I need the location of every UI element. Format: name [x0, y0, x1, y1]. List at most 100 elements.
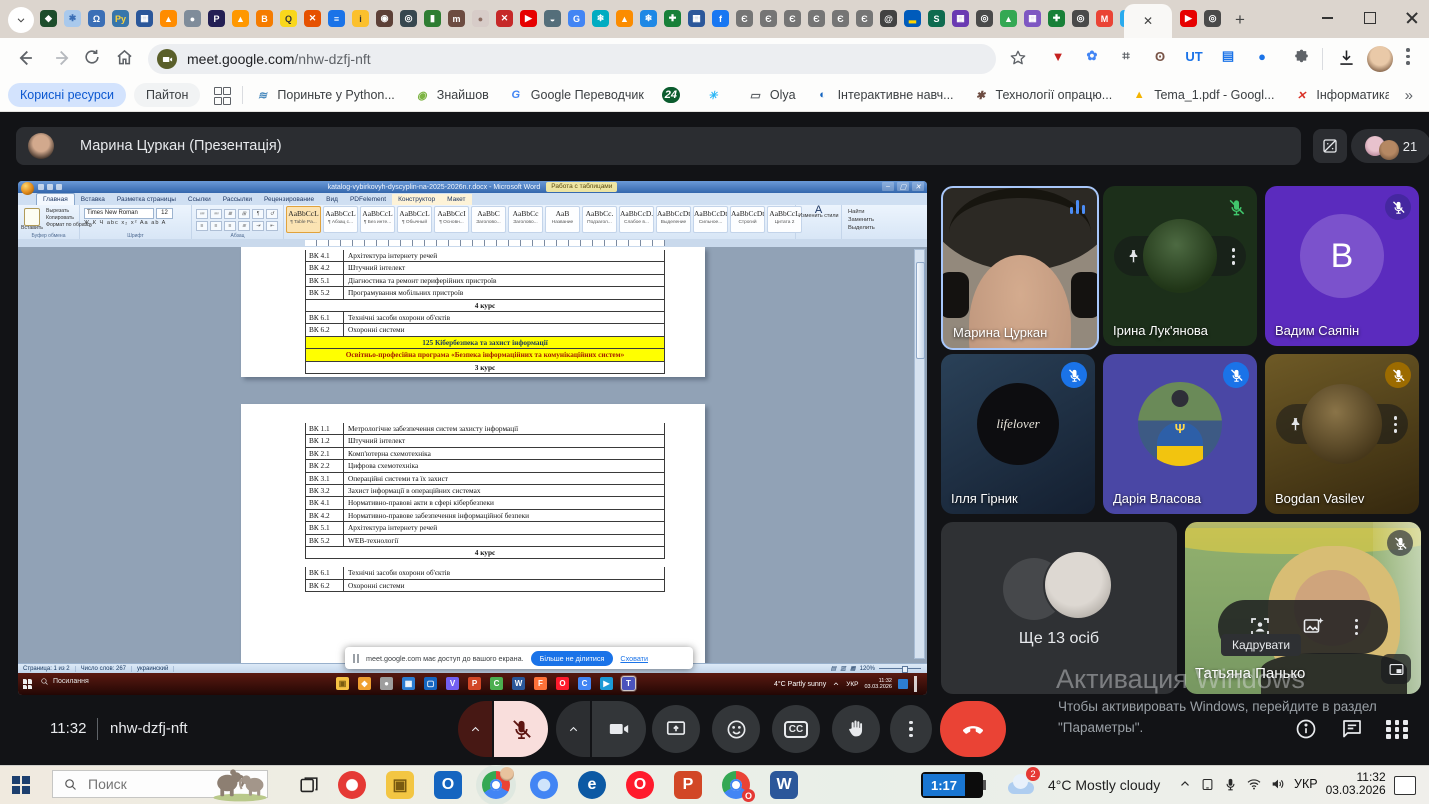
- browser-menu-icon[interactable]: [1406, 48, 1410, 65]
- pinned-tab[interactable]: ●: [184, 10, 201, 27]
- pinned-tab[interactable]: ▂: [904, 10, 921, 27]
- bookmark-item[interactable]: ✕ Інформатика в при...: [1292, 87, 1388, 103]
- change-layout-button[interactable]: [1313, 129, 1347, 163]
- pinned-tab[interactable]: B: [256, 10, 273, 27]
- present-button[interactable]: [652, 705, 700, 753]
- pinned-tab[interactable]: ✱: [64, 10, 81, 27]
- pinned-tab[interactable]: Q: [280, 10, 297, 27]
- end-call-button[interactable]: [940, 701, 1006, 757]
- pinned-tab[interactable]: Є: [784, 10, 801, 27]
- pinned-tab[interactable]: ≡: [328, 10, 345, 27]
- home-button[interactable]: [114, 47, 135, 73]
- device-icon[interactable]: [1200, 777, 1215, 792]
- new-tab-button[interactable]: +: [1228, 8, 1252, 32]
- search-input[interactable]: [86, 775, 210, 793]
- pinned-tab[interactable]: ▦: [136, 10, 153, 27]
- extension-icon[interactable]: ●: [1252, 46, 1272, 66]
- pinned-tab[interactable]: ❄: [592, 10, 609, 27]
- pinned-tab[interactable]: ▲: [616, 10, 633, 27]
- notification-center-icon[interactable]: [1394, 776, 1416, 795]
- pinned-tab[interactable]: ✕: [304, 10, 321, 27]
- pinned-tab[interactable]: ▲: [160, 10, 177, 27]
- pinned-tab[interactable]: ◆: [40, 10, 57, 27]
- stop-sharing-button[interactable]: Більше не ділитися: [531, 651, 614, 666]
- taskbar-app-icon[interactable]: [338, 771, 366, 799]
- taskbar-app-icon[interactable]: O: [434, 771, 462, 799]
- pinned-tab[interactable]: ❄: [640, 10, 657, 27]
- bookmark-item[interactable]: ✳: [704, 87, 728, 103]
- keyboard-language[interactable]: УКР: [1294, 777, 1318, 791]
- pinned-tab[interactable]: ▲: [232, 10, 249, 27]
- forward-button[interactable]: [52, 47, 74, 74]
- bookmarks-overflow-chevron[interactable]: »: [1405, 87, 1413, 104]
- network-icon[interactable]: [1246, 776, 1262, 792]
- taskbar-app-icon[interactable]: ▣: [386, 771, 414, 799]
- address-bar[interactable]: meet.google.com/nhw-dzfj-nft: [148, 44, 996, 74]
- profile-avatar[interactable]: [1367, 46, 1393, 72]
- weather-label[interactable]: 4°C Mostly cloudy: [1048, 777, 1160, 793]
- pinned-tab[interactable]: ◒: [544, 10, 561, 27]
- more-options-button[interactable]: [890, 705, 932, 753]
- pinned-tab[interactable]: ◉: [376, 10, 393, 27]
- tab-other[interactable]: ◎: [1204, 10, 1221, 27]
- pinned-tab[interactable]: @: [880, 10, 897, 27]
- pinned-tab[interactable]: f: [712, 10, 729, 27]
- pinned-tab[interactable]: M: [1096, 10, 1113, 27]
- tab-search-button[interactable]: [8, 7, 34, 33]
- taskbar-app-icon[interactable]: O: [626, 771, 654, 799]
- participant-tile-vadym[interactable]: В Вадим Саяпін: [1265, 186, 1419, 346]
- pinned-tab[interactable]: ◎: [400, 10, 417, 27]
- participant-tile-illia[interactable]: lifelover Ілля Гірник: [941, 354, 1095, 514]
- taskbar-app-icon[interactable]: e: [578, 771, 606, 799]
- tile-more-options-icon[interactable]: [1232, 248, 1236, 265]
- bookmark-item[interactable]: ▭ Olya: [746, 87, 796, 103]
- hide-notification-link[interactable]: Сховати: [620, 654, 648, 663]
- apps-grid-icon[interactable]: [214, 87, 230, 103]
- pinned-tab[interactable]: ▶: [520, 10, 537, 27]
- pinned-tab[interactable]: Є: [856, 10, 873, 27]
- extension-icon[interactable]: ▼: [1048, 46, 1068, 66]
- participant-tile-daria[interactable]: Ψ Дарія Власова: [1103, 354, 1257, 514]
- bookmark-chip-python[interactable]: Пайтон: [134, 83, 200, 107]
- taskbar-app-icon[interactable]: W: [770, 771, 798, 799]
- pinned-tab[interactable]: Є: [832, 10, 849, 27]
- taskbar-app-icon[interactable]: [722, 771, 750, 799]
- more-participants-tile[interactable]: Ще 13 осіб: [941, 522, 1177, 694]
- extension-icon[interactable]: ʘ: [1150, 46, 1170, 66]
- bookmark-chip-resources[interactable]: Корисні ресурси: [8, 83, 126, 107]
- participant-tile-tatiana[interactable]: Кадрувати Татьяна Панько: [1185, 522, 1421, 694]
- pinned-tab[interactable]: S: [928, 10, 945, 27]
- bookmark-item[interactable]: ✱ Технології опрацю...: [972, 87, 1113, 103]
- reload-button[interactable]: [82, 47, 102, 72]
- apply-effects-icon[interactable]: [1301, 615, 1325, 639]
- bookmark-item[interactable]: 24: [662, 87, 686, 103]
- participant-tile-marina[interactable]: Марина Цуркан: [941, 186, 1099, 350]
- participants-count-pill[interactable]: 21: [1351, 129, 1429, 163]
- mic-options-chevron[interactable]: [458, 701, 492, 757]
- taskbar-app-icon[interactable]: [530, 771, 558, 799]
- active-tab[interactable]: ✕: [1124, 4, 1172, 38]
- activities-button[interactable]: [1386, 720, 1409, 739]
- pinned-tab[interactable]: ◎: [1072, 10, 1089, 27]
- mic-toggle-button[interactable]: [494, 701, 548, 757]
- volume-icon[interactable]: [1270, 776, 1286, 792]
- pinned-tab[interactable]: ✚: [1048, 10, 1065, 27]
- pinned-tab[interactable]: ▲: [1000, 10, 1017, 27]
- pinned-tab[interactable]: ●: [472, 10, 489, 27]
- timer-widget[interactable]: 1:17: [921, 772, 983, 798]
- start-button[interactable]: [12, 776, 30, 794]
- pinned-tab[interactable]: Ω: [88, 10, 105, 27]
- pinned-tab[interactable]: P: [208, 10, 225, 27]
- window-close-button[interactable]: [1392, 0, 1429, 36]
- pinned-tab[interactable]: ▮: [424, 10, 441, 27]
- extension-icon[interactable]: ⌗: [1116, 46, 1136, 66]
- pinned-tab[interactable]: ✚: [664, 10, 681, 27]
- extensions-puzzle-icon[interactable]: [1292, 48, 1311, 72]
- tray-chevron-icon[interactable]: [1178, 777, 1192, 791]
- pinned-tab[interactable]: ◎: [976, 10, 993, 27]
- bookmark-item[interactable]: ▲ Tema_1.pdf - Googl...: [1130, 87, 1274, 103]
- raise-hand-button[interactable]: [832, 705, 880, 753]
- picture-in-picture-icon[interactable]: [1381, 654, 1411, 684]
- window-minimize-button[interactable]: [1307, 0, 1347, 36]
- tray-mic-icon[interactable]: [1223, 777, 1238, 792]
